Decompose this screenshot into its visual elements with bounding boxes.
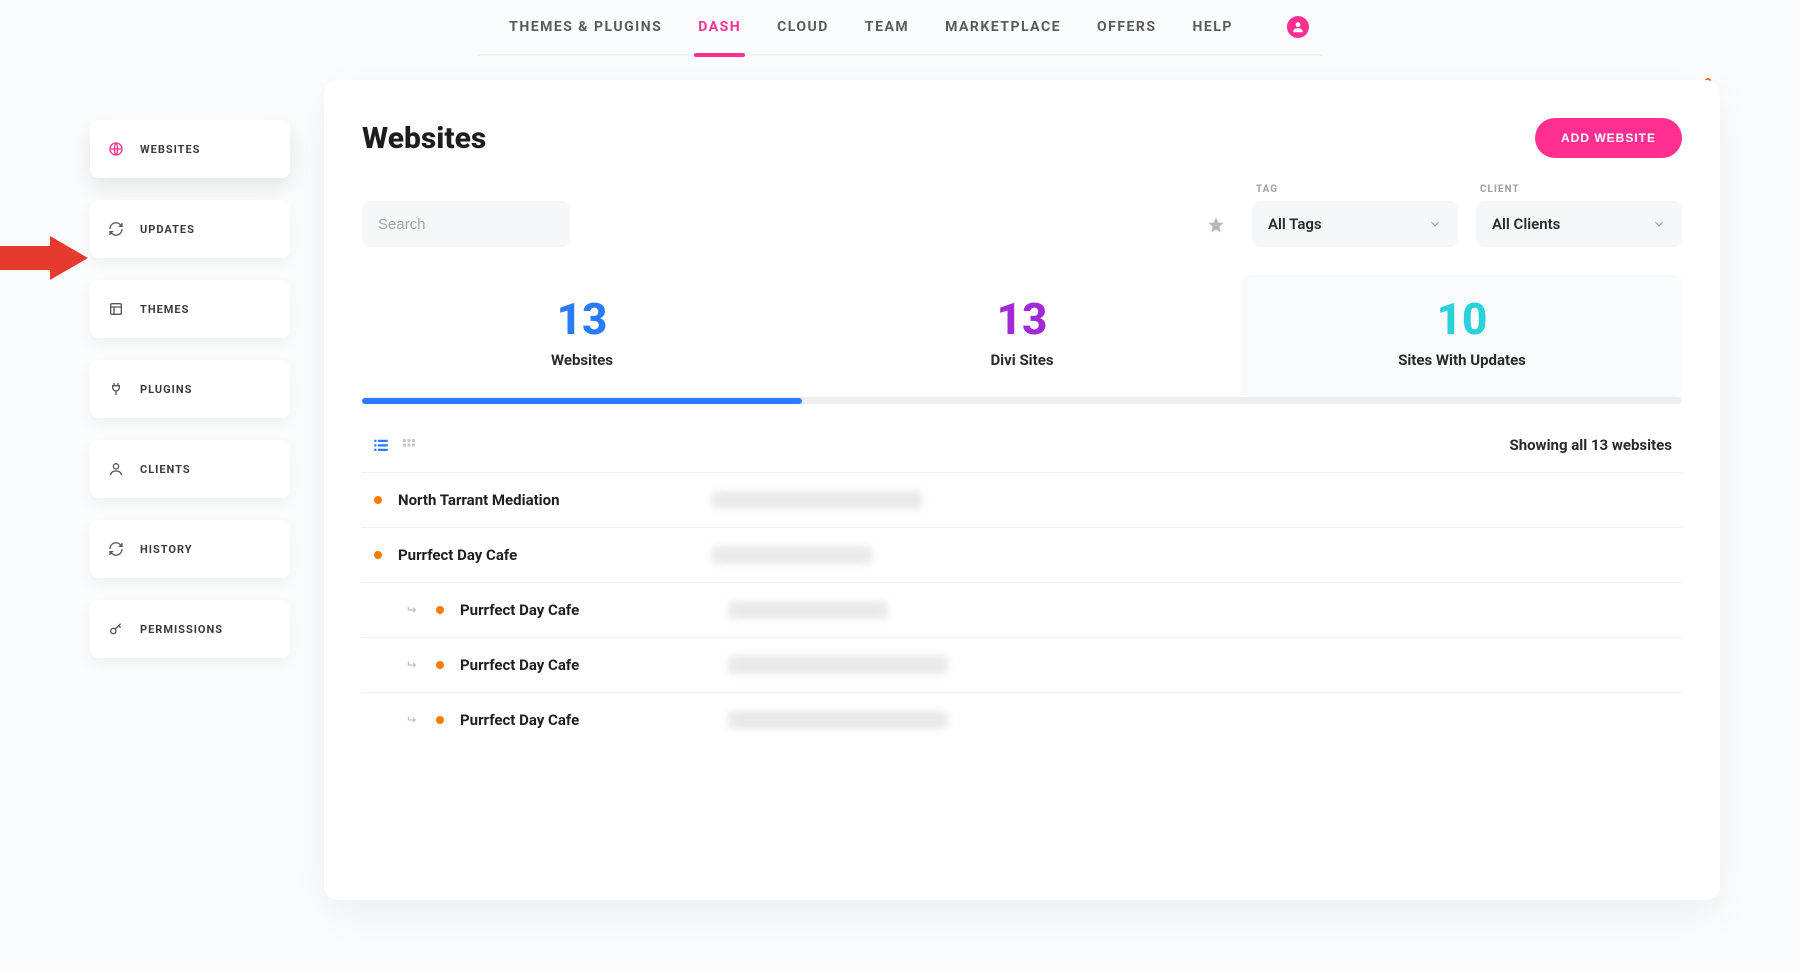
sidebar-item-label: WEBSITES — [140, 143, 200, 156]
user-icon — [108, 461, 124, 477]
site-url-blurred — [728, 711, 948, 729]
result-count: Showing all 13 websites — [1509, 436, 1672, 454]
tag-filter-label: TAG — [1252, 184, 1458, 195]
table-row[interactable]: North Tarrant Mediation — [362, 472, 1682, 527]
sidebar-item-history[interactable]: HISTORY — [90, 520, 290, 578]
refresh-icon — [108, 541, 124, 557]
status-dot-icon — [436, 606, 444, 614]
client-filter-label: CLIENT — [1476, 184, 1682, 195]
plug-icon — [108, 381, 124, 397]
favorite-filter-icon[interactable] — [1206, 215, 1226, 235]
layout-icon — [108, 301, 124, 317]
sidebar-item-updates[interactable]: UPDATES — [90, 200, 290, 258]
nav-dash[interactable]: DASH — [680, 0, 759, 55]
refresh-icon — [108, 221, 124, 237]
nav-team[interactable]: TEAM — [847, 0, 927, 55]
tag-select-value: All Tags — [1268, 215, 1322, 233]
sidebar-item-plugins[interactable]: PLUGINS — [90, 360, 290, 418]
tag-select[interactable]: All Tags — [1252, 201, 1458, 247]
stats-underline-bar — [362, 398, 802, 404]
site-name: Purrfect Day Cafe — [460, 601, 704, 619]
table-row[interactable]: Purrfect Day Cafe — [362, 637, 1682, 692]
stat-value: 13 — [997, 297, 1048, 341]
stat-value: 13 — [557, 297, 608, 341]
sidebar-item-label: PLUGINS — [140, 383, 192, 396]
table-row[interactable]: Purrfect Day Cafe — [362, 692, 1682, 747]
site-url-blurred — [712, 546, 872, 564]
chevron-down-icon — [1428, 217, 1442, 231]
key-icon — [108, 621, 124, 637]
stat-value: 10 — [1437, 297, 1488, 341]
stats-underline — [362, 398, 1682, 404]
site-name: Purrfect Day Cafe — [460, 656, 704, 674]
table-row[interactable]: Purrfect Day Cafe — [362, 582, 1682, 637]
sidebar: WEBSITES UPDATES THEMES PLUGINS CLIENTS — [90, 80, 290, 900]
add-website-button[interactable]: ADD WEBSITE — [1535, 118, 1682, 158]
nav-help[interactable]: HELP — [1174, 0, 1250, 55]
top-nav: THEMES & PLUGINS DASH CLOUD TEAM MARKETP… — [477, 0, 1323, 56]
chevron-down-icon — [1652, 217, 1666, 231]
site-url-blurred — [728, 656, 948, 674]
stat-websites[interactable]: 13 Websites — [362, 275, 802, 397]
nav-marketplace[interactable]: MARKETPLACE — [927, 0, 1079, 55]
sidebar-item-permissions[interactable]: PERMISSIONS — [90, 600, 290, 658]
site-url-blurred — [712, 491, 922, 509]
stat-divi-sites[interactable]: 13 Divi Sites — [802, 275, 1242, 397]
table-row[interactable]: Purrfect Day Cafe — [362, 527, 1682, 582]
list-view-toggle-icon[interactable] — [372, 436, 390, 454]
sidebar-item-websites[interactable]: WEBSITES — [90, 120, 290, 178]
site-name: North Tarrant Mediation — [398, 491, 688, 509]
search-input[interactable] — [362, 201, 570, 247]
sidebar-item-label: THEMES — [140, 303, 189, 316]
stat-label: Sites With Updates — [1398, 351, 1526, 369]
sidebar-item-label: UPDATES — [140, 223, 195, 236]
sidebar-item-label: PERMISSIONS — [140, 623, 223, 636]
nested-indicator-icon — [374, 603, 420, 617]
grid-view-toggle-icon[interactable] — [400, 436, 418, 454]
nested-indicator-icon — [374, 658, 420, 672]
sidebar-item-themes[interactable]: THEMES — [90, 280, 290, 338]
stats-row: 13 Websites 13 Divi Sites 10 Sites With … — [362, 275, 1682, 398]
sidebar-item-label: HISTORY — [140, 543, 193, 556]
client-select[interactable]: All Clients — [1476, 201, 1682, 247]
nav-offers[interactable]: OFFERS — [1079, 0, 1174, 55]
status-dot-icon — [436, 716, 444, 724]
stat-sites-with-updates[interactable]: 10 Sites With Updates — [1242, 275, 1682, 397]
stat-label: Divi Sites — [990, 351, 1053, 369]
main-panel: Websites ADD WEBSITE TAG All Tags CLIENT — [324, 80, 1720, 900]
nested-indicator-icon — [374, 713, 420, 727]
globe-icon — [108, 141, 124, 157]
status-dot-icon — [374, 551, 382, 559]
client-select-value: All Clients — [1492, 215, 1560, 233]
site-url-blurred — [728, 601, 888, 619]
sidebar-item-clients[interactable]: CLIENTS — [90, 440, 290, 498]
stat-label: Websites — [551, 351, 613, 369]
status-dot-icon — [374, 496, 382, 504]
nav-themes-plugins[interactable]: THEMES & PLUGINS — [491, 0, 680, 55]
nav-cloud[interactable]: CLOUD — [759, 0, 847, 55]
site-name: Purrfect Day Cafe — [398, 546, 688, 564]
page-title: Websites — [362, 121, 486, 156]
site-name: Purrfect Day Cafe — [460, 711, 704, 729]
website-list: North Tarrant Mediation Purrfect Day Caf… — [362, 472, 1682, 747]
status-dot-icon — [436, 661, 444, 669]
account-avatar-icon[interactable] — [1287, 16, 1309, 38]
sidebar-item-label: CLIENTS — [140, 463, 191, 476]
